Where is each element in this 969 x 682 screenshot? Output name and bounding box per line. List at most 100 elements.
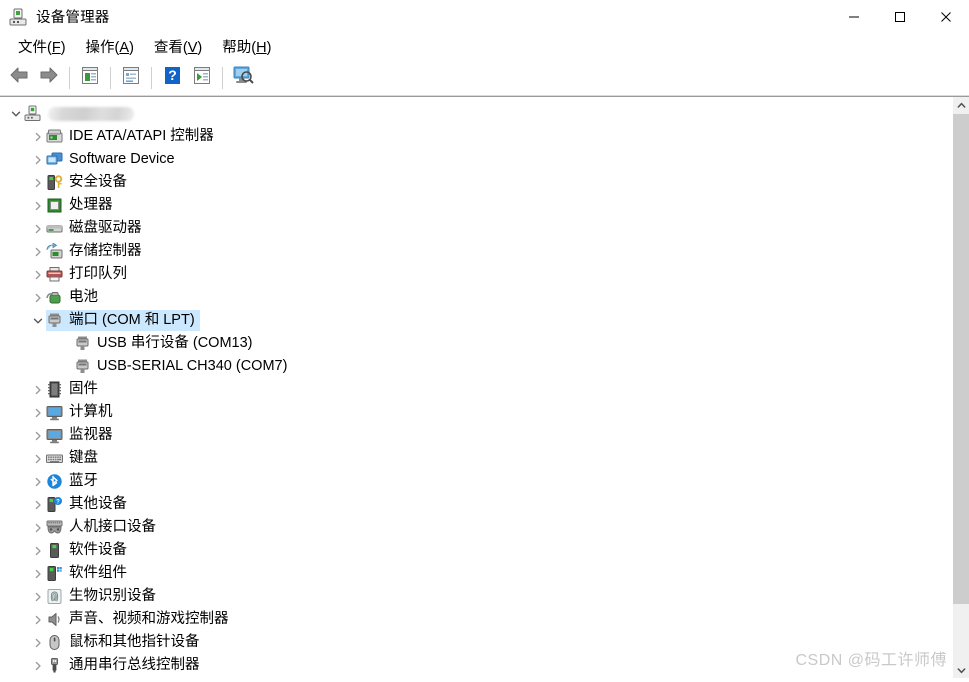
chevron-right-icon[interactable]	[30, 470, 46, 493]
menu-help[interactable]: 帮助(H)	[212, 34, 281, 59]
vertical-scrollbar[interactable]	[952, 97, 969, 678]
svg-text:?: ?	[168, 67, 177, 83]
chevron-right-icon[interactable]	[30, 171, 46, 194]
chevron-right-icon[interactable]	[30, 424, 46, 447]
tree-node-computer[interactable]: 计算机	[0, 401, 952, 424]
tree-node-label: 端口 (COM 和 LPT)	[69, 312, 195, 328]
tree-node-software-devices[interactable]: 软件设备	[0, 539, 952, 562]
scroll-down-button[interactable]	[953, 662, 969, 678]
help-button[interactable]: ?	[157, 64, 187, 92]
chevron-right-icon[interactable]	[30, 401, 46, 424]
device-tree[interactable]: IDE ATA/ATAPI 控制器 Software Device 安全设备 处…	[0, 97, 952, 678]
scan-hardware-changes-button[interactable]	[228, 64, 258, 92]
close-button[interactable]	[923, 0, 969, 33]
tree-node-firmware[interactable]: 固件	[0, 378, 952, 401]
battery-icon	[46, 289, 63, 306]
chevron-right-icon[interactable]	[30, 608, 46, 631]
software-device-icon	[46, 151, 63, 168]
print-queue-icon	[46, 266, 63, 283]
tree-node-mouse[interactable]: 鼠标和其他指针设备	[0, 631, 952, 654]
back-button[interactable]	[4, 64, 34, 92]
tree-node-monitor[interactable]: 监视器	[0, 424, 952, 447]
tree-node-bluetooth[interactable]: 蓝牙	[0, 470, 952, 493]
chevron-down-icon[interactable]	[30, 309, 46, 332]
scroll-down-icon	[957, 662, 966, 679]
tree-node-label: USB-SERIAL CH340 (COM7)	[97, 358, 288, 374]
scrollbar-thumb[interactable]	[953, 114, 969, 604]
chevron-down-icon[interactable]	[8, 102, 24, 125]
svg-text:?: ?	[56, 499, 60, 505]
tree-node-biometric[interactable]: 生物识别设备	[0, 585, 952, 608]
tree-root-row[interactable]	[0, 102, 952, 125]
tree-node-ports[interactable]: 端口 (COM 和 LPT)	[0, 309, 952, 332]
tree-node-label: 计算机	[69, 404, 113, 420]
tree-node-battery[interactable]: 电池	[0, 286, 952, 309]
tree-node-software-device[interactable]: Software Device	[0, 148, 952, 171]
tree-node-selected[interactable]: 端口 (COM 和 LPT)	[46, 310, 200, 331]
chevron-right-icon[interactable]	[30, 378, 46, 401]
computer-name-redacted	[48, 106, 134, 121]
toolbar-separator-1	[69, 66, 70, 89]
toolbar: ?	[0, 60, 969, 96]
tree-node-ide-controller[interactable]: IDE ATA/ATAPI 控制器	[0, 125, 952, 148]
toolbar-separator-4	[222, 66, 223, 89]
toolbar-separator-2	[110, 66, 111, 89]
tree-node-processor[interactable]: 处理器	[0, 194, 952, 217]
maximize-button[interactable]	[877, 0, 923, 33]
chevron-right-icon[interactable]	[30, 562, 46, 585]
chevron-right-icon[interactable]	[30, 217, 46, 240]
tree-node-keyboard[interactable]: 键盘	[0, 447, 952, 470]
chevron-right-icon[interactable]	[30, 539, 46, 562]
scan-hardware-changes-icon	[232, 65, 254, 90]
tree-node-hid[interactable]: 人机接口设备	[0, 516, 952, 539]
chevron-right-icon[interactable]	[30, 286, 46, 309]
tree-node-network-adapters[interactable]: 网络适配器	[0, 677, 952, 678]
properties-button[interactable]	[75, 64, 105, 92]
tree-node-security-device[interactable]: 安全设备	[0, 171, 952, 194]
monitor-icon	[46, 427, 63, 444]
chevron-right-icon[interactable]	[30, 631, 46, 654]
menu-view[interactable]: 查看(V)	[144, 34, 212, 59]
scroll-up-icon	[957, 97, 966, 115]
tree-node-usb-serial-ch340[interactable]: USB-SERIAL CH340 (COM7)	[0, 355, 952, 378]
help-topics-button[interactable]	[116, 64, 146, 92]
chevron-right-icon[interactable]	[30, 240, 46, 263]
chevron-right-icon[interactable]	[30, 585, 46, 608]
tree-node-label: 鼠标和其他指针设备	[69, 634, 200, 650]
tree-node-software-components[interactable]: 软件组件	[0, 562, 952, 585]
update-driver-button[interactable]	[187, 64, 217, 92]
chevron-right-icon[interactable]	[30, 654, 46, 677]
chevron-right-icon[interactable]	[30, 148, 46, 171]
tree-node-label: 软件组件	[69, 565, 127, 581]
update-driver-icon	[192, 66, 212, 90]
forward-button[interactable]	[34, 64, 64, 92]
tree-node-label: 键盘	[69, 450, 98, 466]
tree-node-other-devices[interactable]: ? 其他设备	[0, 493, 952, 516]
chevron-right-icon[interactable]	[30, 263, 46, 286]
chevron-right-icon[interactable]	[30, 447, 46, 470]
chevron-right-icon[interactable]	[30, 516, 46, 539]
tree-node-label: 通用串行总线控制器	[69, 657, 200, 673]
menu-file[interactable]: 文件(F)	[8, 34, 76, 59]
tree-node-disk-drive[interactable]: 磁盘驱动器	[0, 217, 952, 240]
menu-file-label: 文件	[18, 40, 47, 56]
tree-node-storage-controller[interactable]: 存储控制器	[0, 240, 952, 263]
tree-node-usb-controllers[interactable]: 通用串行总线控制器	[0, 654, 952, 677]
tree-node-sound-video-game[interactable]: 声音、视频和游戏控制器	[0, 608, 952, 631]
computer-icon	[24, 105, 41, 122]
scroll-up-button[interactable]	[953, 97, 969, 114]
tree-node-label: USB 串行设备 (COM13)	[97, 335, 253, 351]
chevron-right-icon[interactable]	[30, 125, 46, 148]
device-manager-icon	[9, 8, 27, 26]
menu-action[interactable]: 操作(A)	[76, 34, 144, 59]
software-icon	[46, 542, 63, 559]
tree-node-print-queue[interactable]: 打印队列	[0, 263, 952, 286]
chevron-right-icon[interactable]	[30, 493, 46, 516]
minimize-button[interactable]	[831, 0, 877, 33]
disk-drive-icon	[46, 220, 63, 237]
tree-node-label: 生物识别设备	[69, 588, 156, 604]
chevron-right-icon[interactable]	[30, 194, 46, 217]
tree-node-usb-serial-device[interactable]: USB 串行设备 (COM13)	[0, 332, 952, 355]
tree-node-label: 打印队列	[69, 266, 127, 282]
chevron-right-icon[interactable]	[30, 677, 46, 678]
